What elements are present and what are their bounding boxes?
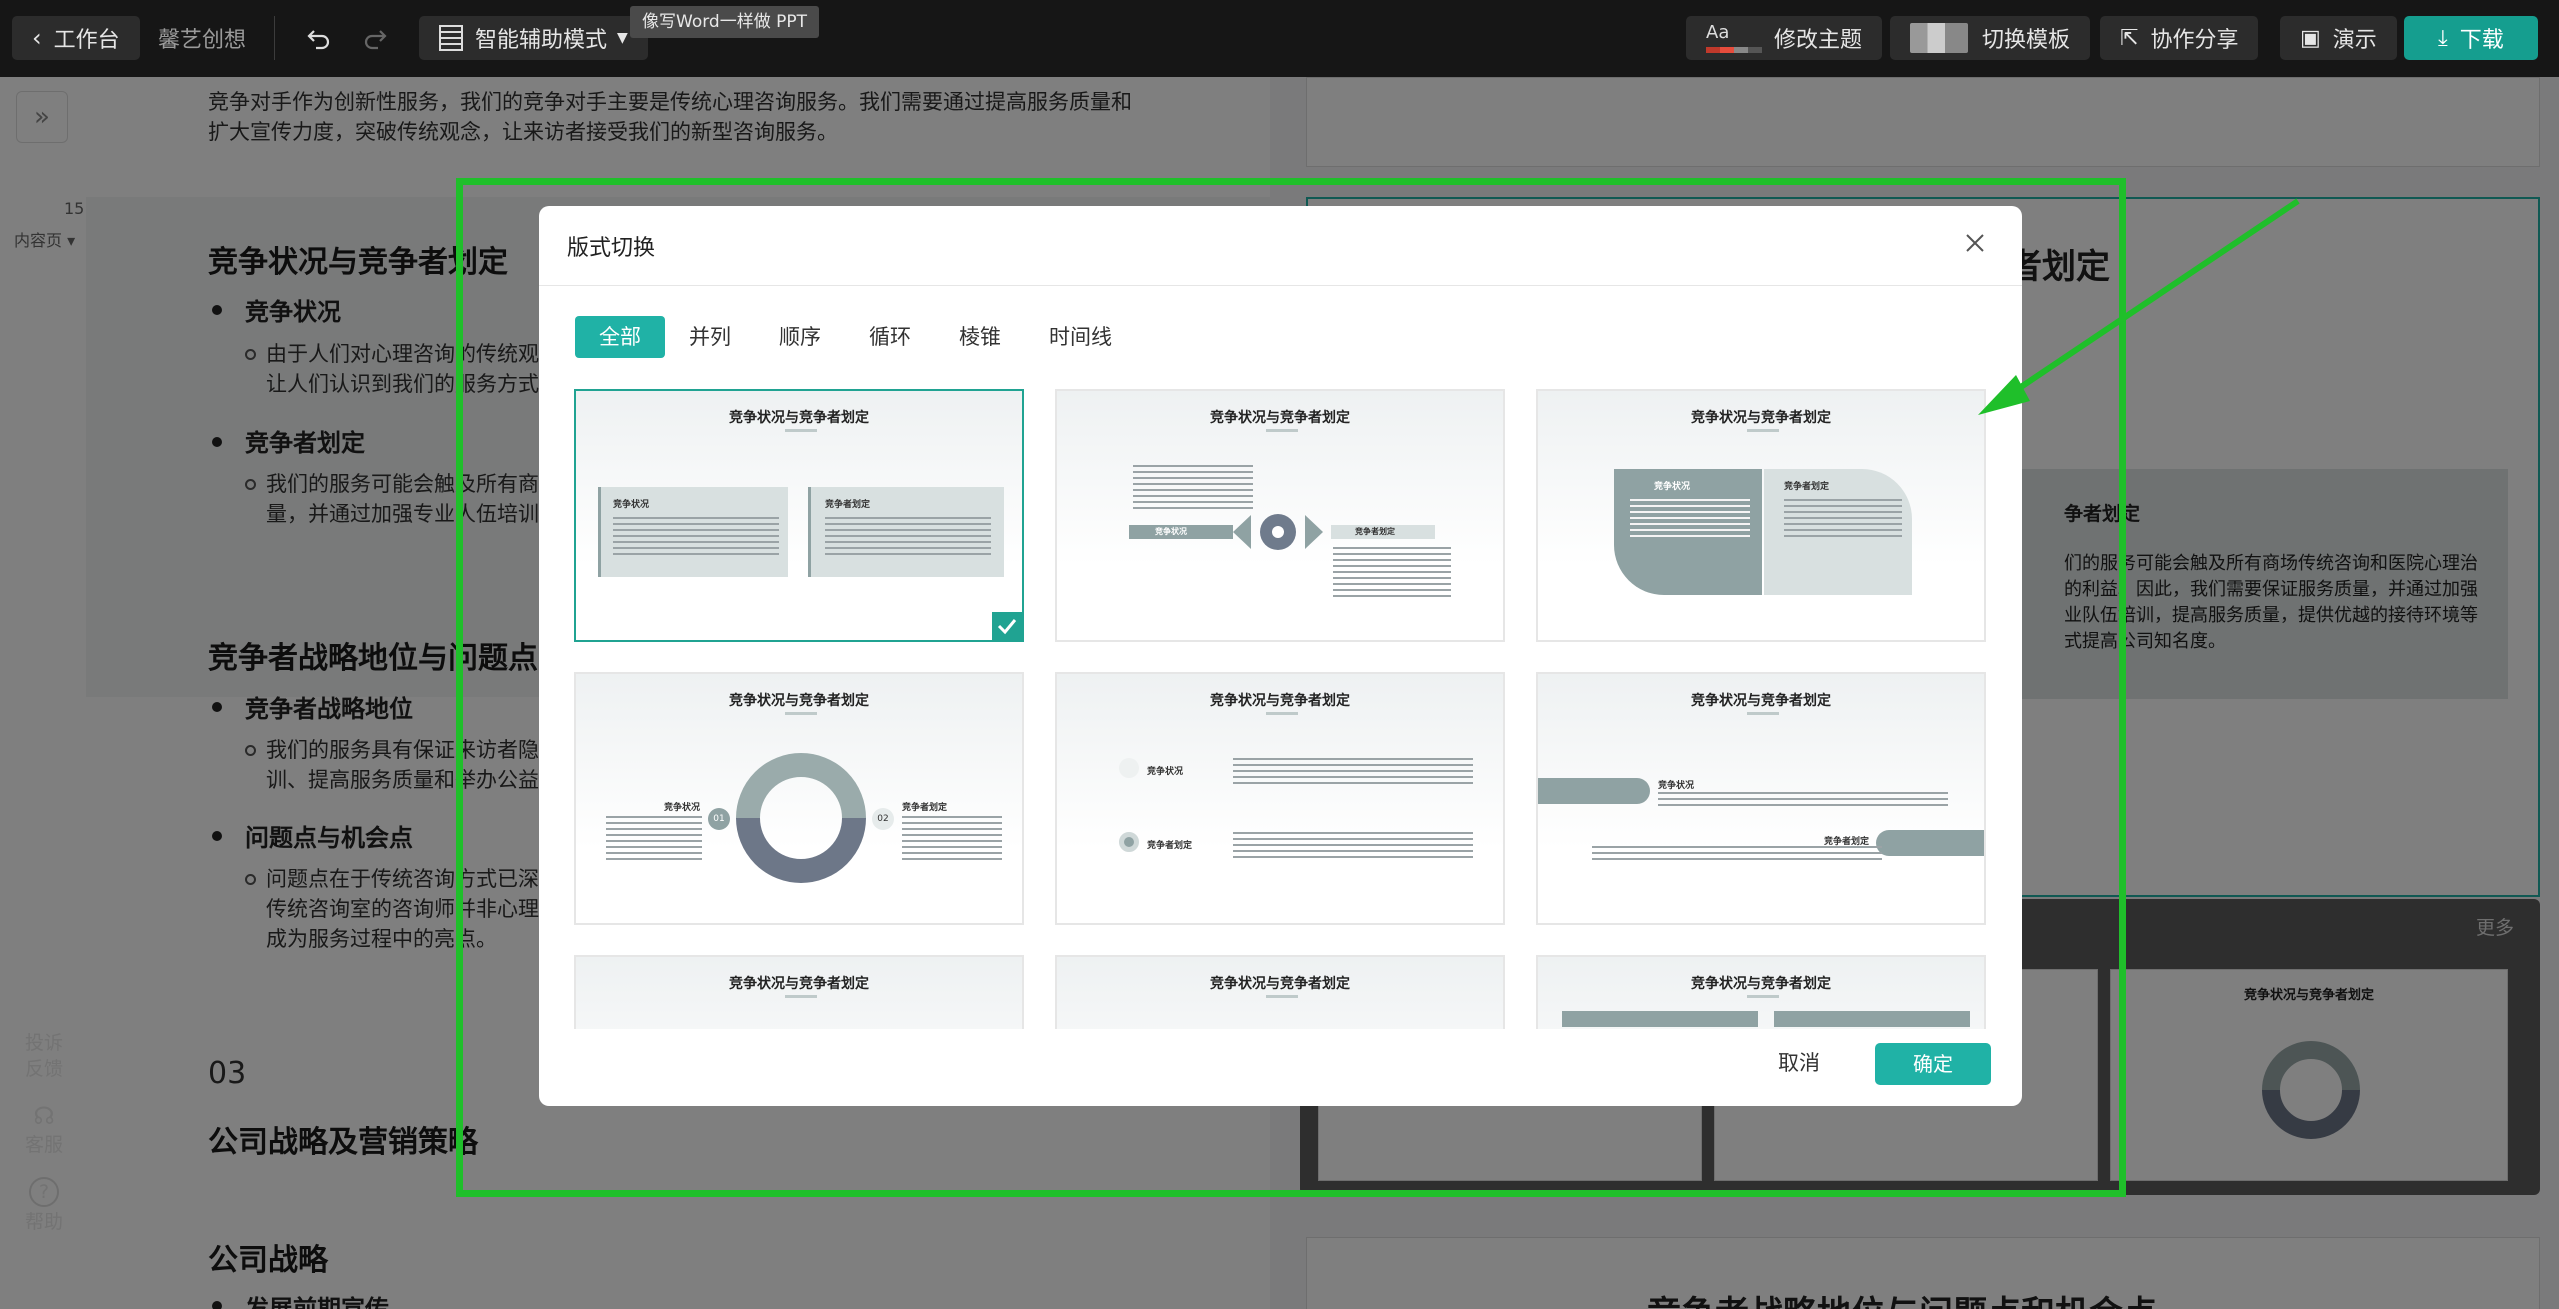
share-button[interactable]: ⇱ 协作分享 xyxy=(2100,16,2259,60)
present-button[interactable]: ▣ 演示 xyxy=(2280,16,2397,60)
undo-icon[interactable] xyxy=(306,16,332,60)
redo-icon[interactable] xyxy=(362,16,388,60)
template-thumbnail-icon xyxy=(1910,23,1968,53)
theme-swatch-icon: Aa xyxy=(1706,23,1762,53)
mode-tooltip: 像写Word一样做 PPT xyxy=(630,6,819,38)
present-icon: ▣ xyxy=(2300,25,2321,51)
mode-dropdown[interactable]: 智能辅助模式 ▼ xyxy=(419,16,648,60)
switch-template-button[interactable]: 切换模板 xyxy=(1890,16,2091,60)
download-icon: ⤓ xyxy=(2438,25,2448,51)
document-icon xyxy=(439,25,463,51)
top-toolbar: ‹ 工作台 馨艺创想 智能辅助模式 ▼ 像写Word一样做 PPT Aa 修改主… xyxy=(0,0,2559,77)
document-title[interactable]: 馨艺创想 xyxy=(158,16,246,60)
share-icon: ⇱ xyxy=(2120,25,2139,51)
toolbar-divider xyxy=(274,16,275,60)
highlight-box xyxy=(456,178,2126,1197)
chevron-left-icon: ‹ xyxy=(32,24,42,52)
caret-down-icon: ▼ xyxy=(617,30,628,46)
back-to-workbench-button[interactable]: ‹ 工作台 xyxy=(12,16,140,60)
change-theme-button[interactable]: Aa 修改主题 xyxy=(1686,16,1883,60)
pointer-arrow-icon xyxy=(1978,198,2300,415)
download-button[interactable]: ⤓ 下载 xyxy=(2404,16,2538,60)
